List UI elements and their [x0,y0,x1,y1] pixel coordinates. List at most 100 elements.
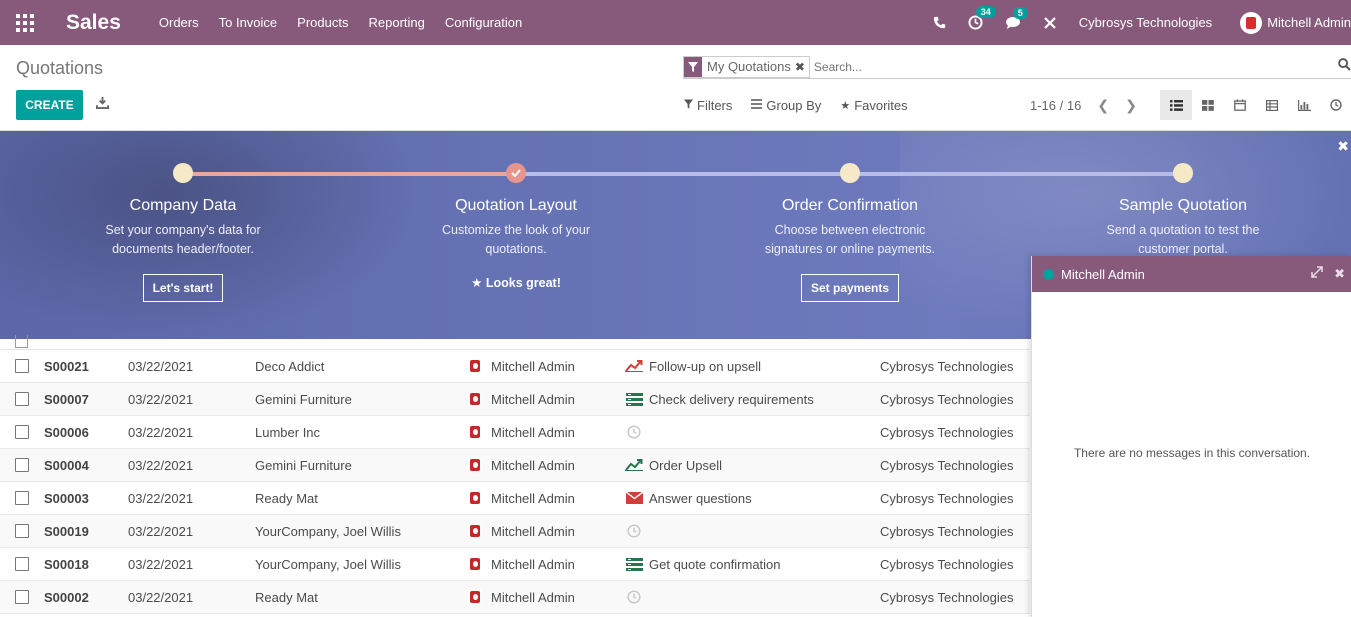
phone-icon[interactable] [933,16,946,29]
favorites-toggle[interactable]: ★ Favorites [840,98,907,113]
company-switcher[interactable]: Cybrosys Technologies [1079,15,1212,30]
quotations-list: S00021 03/22/2021 Deco Addict Mitchell Admi… [0,335,1030,614]
quotation-number: S00018 [44,556,89,572]
quotation-date: 03/22/2021 [128,391,194,407]
debug-tools-icon[interactable] [1043,16,1057,30]
app-brand[interactable]: Sales [66,11,121,35]
menu-to-invoice[interactable]: To Invoice [219,15,278,30]
customer-name: Gemini Furniture [255,457,352,473]
calendar-view-icon[interactable] [1224,90,1256,120]
menu-orders[interactable]: Orders [159,15,199,30]
task-list-icon[interactable] [625,392,643,406]
table-row[interactable]: S00003 03/22/2021 Ready Mat Mitchell Admin A… [0,482,1030,515]
customer-name: YourCompany, Joel Willis [255,523,401,539]
activity[interactable] [625,524,649,538]
row-checkbox[interactable] [15,590,29,604]
set-payments-button[interactable]: Set payments [800,274,900,302]
user-name: Mitchell Admin [1267,15,1351,30]
row-checkbox[interactable] [15,491,29,505]
select-all-checkbox[interactable] [15,335,28,348]
messages-badge: 5 [1012,6,1028,19]
row-checkbox[interactable] [15,524,29,538]
chat-header[interactable]: Mitchell Admin ✖ [1032,256,1351,292]
activity[interactable] [625,425,649,439]
messages-icon[interactable]: 5 [1005,6,1028,30]
step-sample-quotation: Sample Quotation Send a quotation to tes… [1053,197,1313,259]
table-row[interactable]: S00018 03/22/2021 YourCompany, Joel Willis… [0,548,1030,581]
salesperson-name: Mitchell Admin [491,391,575,407]
salesperson: Mitchell Admin [468,557,575,572]
clock-icon[interactable] [625,590,643,604]
activity[interactable]: Order Upsell [625,458,722,473]
user-menu[interactable]: Mitchell Admin [1240,11,1351,34]
salesperson: Mitchell Admin [468,590,575,605]
pager-previous-icon[interactable]: ❮ [1097,97,1109,114]
step-description: Send a quotation to test the customer po… [1053,221,1313,259]
clock-icon[interactable] [625,524,643,538]
table-row[interactable]: S00002 03/22/2021 Ready Mat Mitchell Admin C… [0,581,1030,614]
pivot-view-icon[interactable] [1256,90,1288,120]
row-checkbox[interactable] [15,458,29,472]
activity-view-icon[interactable] [1320,90,1351,120]
navbar-systray: 34 5 Cybrosys Technologies Mitchell Admi… [933,0,1351,45]
close-icon[interactable]: ✖ [1334,266,1345,282]
customer-name: Lumber Inc [255,424,321,440]
quotation-number: S00006 [44,424,89,440]
activity[interactable] [625,590,649,604]
banner-close-icon[interactable]: ✖ [1337,138,1349,155]
chat-partner-name: Mitchell Admin [1061,266,1145,282]
activity-clock-icon[interactable]: 34 [968,6,996,30]
pager: 1-16 / 16 ❮ ❯ [1030,97,1137,114]
table-row[interactable]: S00006 03/22/2021 Lumber Inc Mitchell Admin… [0,416,1030,449]
menu-configuration[interactable]: Configuration [445,15,522,30]
table-row[interactable]: S00007 03/22/2021 Gemini Furniture Mitchell… [0,383,1030,416]
activity[interactable]: Follow-up on upsell [625,359,761,374]
pager-next-icon[interactable]: ❯ [1125,97,1137,114]
activity[interactable]: Get quote confirmation [625,557,781,572]
filters-toggle[interactable]: Filters [684,98,732,113]
row-checkbox[interactable] [15,557,29,571]
row-checkbox[interactable] [15,359,29,373]
pager-value[interactable]: 1-16 / 16 [1030,98,1081,113]
trend-up-green-icon[interactable] [625,458,643,472]
salesperson-name: Mitchell Admin [491,556,575,572]
table-row[interactable]: S00004 03/22/2021 Gemini Furniture Mitchell… [0,449,1030,482]
table-row[interactable]: S00019 03/22/2021 YourCompany, Joel Willis… [0,515,1030,548]
lets-start-button[interactable]: Let's start! [142,274,224,302]
task-list-icon[interactable] [625,557,643,571]
trend-up-red-icon[interactable] [625,359,643,373]
row-checkbox[interactable] [15,392,29,406]
menu-reporting[interactable]: Reporting [368,15,424,30]
list-view-icon[interactable] [1160,90,1192,120]
step-description-line: signatures or online payments. [764,242,936,256]
activity-summary: Follow-up on upsell [649,358,762,374]
clock-icon[interactable] [625,425,643,439]
graph-view-icon[interactable] [1288,90,1320,120]
quotation-number: S00002 [44,589,89,605]
customer-name: Ready Mat [255,589,318,605]
activity[interactable]: Answer questions [625,491,752,506]
kanban-view-icon[interactable] [1192,90,1224,120]
salesperson-name: Mitchell Admin [491,424,575,440]
menu-products[interactable]: Products [297,15,348,30]
facet-remove-icon[interactable]: ✖ [795,60,809,74]
search-input[interactable] [813,59,1334,74]
search-icon[interactable] [1338,58,1351,74]
groupby-toggle[interactable]: Group By [751,98,821,113]
progress-line-done [183,172,516,176]
quotation-date: 03/22/2021 [128,490,194,506]
row-checkbox[interactable] [15,425,29,439]
check-icon [511,169,521,177]
salesperson-avatar [468,425,482,439]
create-button[interactable]: CREATE [16,90,83,120]
step-company-data: Company Data Set your company's data for… [53,197,313,302]
envelope-icon[interactable] [625,491,643,505]
download-icon[interactable] [96,96,109,112]
step-description: Customize the look of your quotations. [386,221,646,259]
apps-menu-icon[interactable] [16,13,34,32]
quotation-date: 03/22/2021 [128,556,194,572]
expand-icon[interactable] [1311,266,1323,281]
filter-icon [684,99,693,112]
table-row[interactable]: S00021 03/22/2021 Deco Addict Mitchell Admi… [0,350,1030,383]
activity[interactable]: Check delivery requirements [625,392,814,407]
